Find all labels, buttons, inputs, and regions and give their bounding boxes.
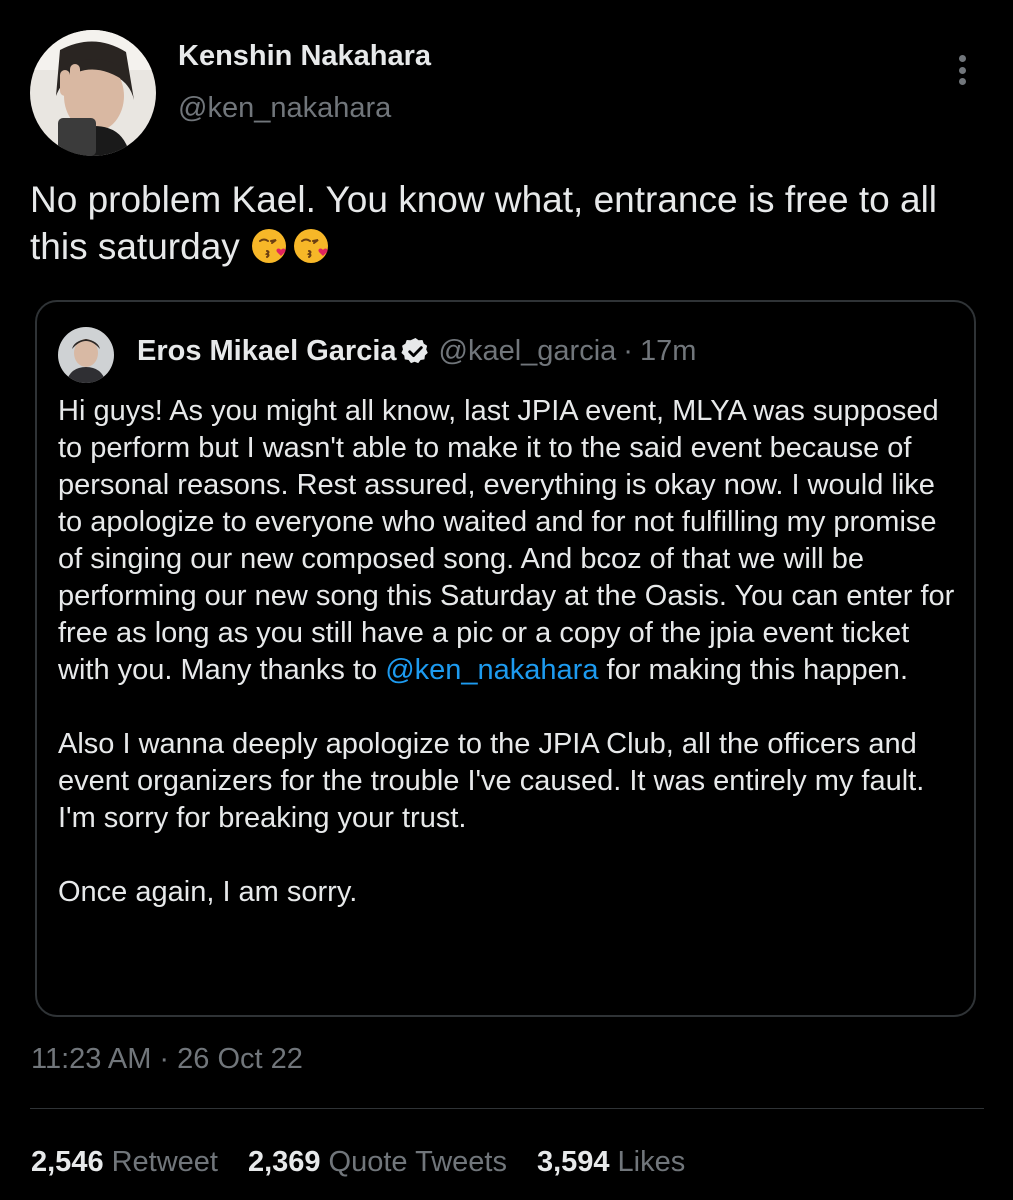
quoted-tweet-card[interactable]: Eros Mikael Garcia @kael_garcia · 17m Hi… <box>35 300 976 1017</box>
more-dot-icon <box>958 78 966 85</box>
quote-separator: · <box>623 335 633 367</box>
quote-body: Hi guys! As you might all know, last JPI… <box>58 393 963 911</box>
quote-author-avatar <box>58 327 114 383</box>
kissing-face-heart-emoji-icon <box>293 229 328 263</box>
quote-time: 17m <box>639 335 697 367</box>
emoji-group <box>250 226 332 266</box>
quote-paragraph-1: Hi guys! As you might all know, last JPI… <box>58 393 963 689</box>
retweet-count-value: 2,546 <box>31 1146 104 1178</box>
author-name[interactable]: Kenshin Nakahara <box>178 40 431 73</box>
likes-count[interactable]: 3,594 Likes <box>537 1146 685 1179</box>
tweet-text: No problem Kael. You know what, entrance… <box>30 176 980 270</box>
quote-author-avatar-image <box>58 327 114 383</box>
quote-paragraph-2: Also I wanna deeply apologize to the JPI… <box>58 728 925 834</box>
more-dot-icon <box>958 55 966 62</box>
quote-tweets-count-label: Quote Tweets <box>328 1146 507 1178</box>
quote-author-handle: @kael_garcia <box>438 335 617 367</box>
mention-link[interactable]: @ken_nakahara <box>385 654 598 686</box>
author-avatar-image <box>30 30 156 156</box>
tweet-timestamp[interactable]: 11:23 AM · 26 Oct 22 <box>31 1043 303 1076</box>
divider <box>30 1108 984 1109</box>
quote-header: Eros Mikael Garcia @kael_garcia · 17m <box>137 335 696 368</box>
quote-text-segment: Hi guys! As you might all know, last JPI… <box>58 395 955 686</box>
quote-paragraph-3: Once again, I am sorry. <box>58 876 358 908</box>
likes-count-value: 3,594 <box>536 1146 610 1178</box>
tweet-text-content: No problem Kael. You know what, entrance… <box>30 179 938 267</box>
more-dot-icon <box>958 66 966 74</box>
retweet-count[interactable]: 2,546 Retweet <box>31 1146 218 1179</box>
kissing-face-heart-emoji-icon <box>251 229 286 263</box>
quote-tweets-count[interactable]: 2,369 Quote Tweets <box>248 1146 507 1179</box>
retweet-count-label: Retweet <box>111 1146 218 1178</box>
verified-badge-icon <box>400 337 428 364</box>
more-options-button[interactable] <box>948 52 976 88</box>
quote-text-segment: for making this happen. <box>598 654 908 686</box>
likes-count-label: Likes <box>617 1146 686 1178</box>
quote-tweets-count-value: 2,369 <box>247 1146 321 1178</box>
engagement-stats: 2,546 Retweet 2,369 Quote Tweets 3,594 Like… <box>31 1146 715 1179</box>
author-handle[interactable]: @ken_nakahara <box>178 92 391 125</box>
quote-author-name: Eros Mikael Garcia <box>137 335 397 367</box>
author-avatar[interactable] <box>30 30 156 156</box>
